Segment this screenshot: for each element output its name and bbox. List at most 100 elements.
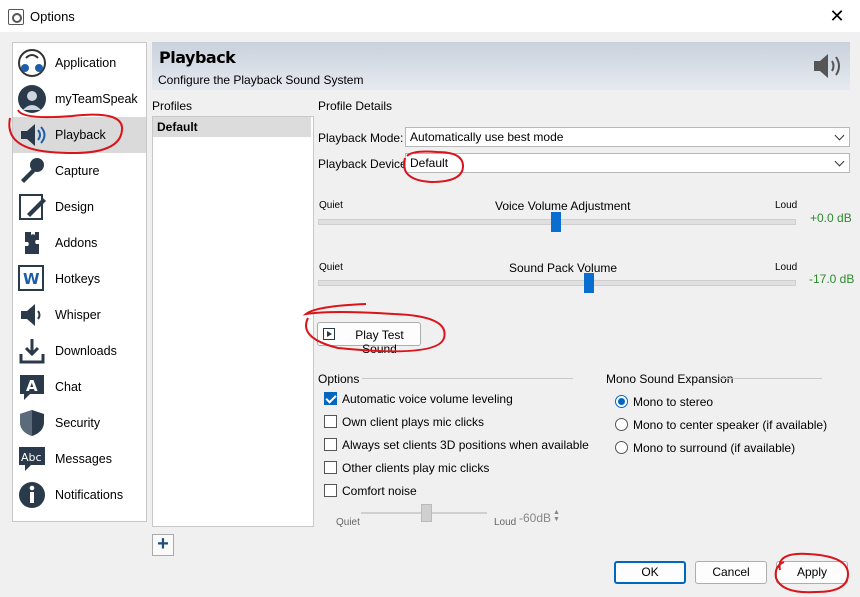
sidebar-item-capture[interactable]: Capture: [13, 153, 146, 189]
other-mic-clicks-checkbox[interactable]: [324, 461, 337, 474]
play-test-sound-button[interactable]: Play Test Sound: [317, 322, 421, 356]
sidebar-item-label: Capture: [55, 164, 100, 178]
comfort-noise-slider-thumb[interactable]: [421, 504, 432, 522]
profiles-label: Profiles: [152, 99, 193, 113]
3d-positions-label: Always set clients 3D positions when ava…: [342, 438, 589, 452]
sidebar-item-label: Hotkeys: [55, 272, 101, 286]
sidebar-item-whisper[interactable]: Whisper: [13, 297, 146, 333]
soundpack-loud-label: Loud: [775, 262, 798, 273]
comfort-noise-spinner[interactable]: ▲ ▼: [553, 509, 562, 523]
ok-button[interactable]: OK: [614, 561, 686, 584]
speaker-icon: [814, 54, 840, 78]
profile-details-label: Profile Details: [318, 99, 393, 113]
mono-to-stereo-radio[interactable]: [615, 395, 628, 408]
options-section-title: Options: [318, 372, 360, 386]
mono-to-center-radio[interactable]: [615, 418, 628, 431]
sidebar-item-playback[interactable]: Playback: [13, 117, 146, 153]
sidebar-item-label: Security: [55, 416, 101, 430]
playback-mode-label: Playback Mode:: [318, 131, 404, 145]
chevron-down-icon: [834, 156, 845, 167]
cancel-button[interactable]: Cancel: [695, 561, 767, 584]
application-icon: [18, 49, 46, 77]
own-mic-clicks-checkbox[interactable]: [324, 415, 337, 428]
play-icon: [323, 328, 335, 340]
playback-mode-select[interactable]: Automatically use best mode: [405, 127, 850, 147]
mono-to-surround-label: Mono to surround (if available): [633, 441, 796, 455]
soundpack-slider-track[interactable]: [318, 280, 796, 286]
title-bar: Options ✕: [0, 0, 860, 32]
sidebar-item-downloads[interactable]: Downloads: [13, 333, 146, 369]
voice-volume-quiet-label: Quiet: [319, 200, 343, 211]
sidebar-item-security[interactable]: Security: [13, 405, 146, 441]
sidebar-item-hotkeys[interactable]: W Hotkeys: [13, 261, 146, 297]
whisper-icon: [21, 304, 41, 326]
sidebar-item-addons[interactable]: Addons: [13, 225, 146, 261]
svg-text:Abc: Abc: [21, 451, 42, 464]
profiles-list[interactable]: Default: [152, 116, 314, 527]
other-mic-clicks-label: Other clients play mic clicks: [342, 461, 490, 475]
svg-text:W: W: [23, 270, 40, 288]
auto-volume-leveling-checkbox[interactable]: [324, 392, 337, 405]
sidebar-item-label: myTeamSpeak: [55, 92, 138, 106]
sidebar: Application myTeamSpeak Playback Capture…: [12, 42, 147, 522]
comfort-noise-checkbox[interactable]: [324, 484, 337, 497]
options-divider: [362, 378, 573, 379]
mono-to-surround-radio[interactable]: [615, 441, 628, 454]
speaker-icon: [21, 124, 46, 146]
profile-item-default[interactable]: Default: [153, 117, 311, 137]
sidebar-item-label: Notifications: [55, 488, 124, 502]
voice-volume-title: Voice Volume Adjustment: [495, 199, 631, 213]
voice-volume-loud-label: Loud: [775, 200, 798, 211]
page-header: Playback Configure the Playback Sound Sy…: [152, 42, 850, 90]
soundpack-volume-value: -17.0 dB: [809, 272, 855, 286]
sidebar-item-messages[interactable]: Abc Messages: [13, 441, 146, 477]
page-subtitle: Configure the Playback Sound System: [158, 73, 364, 87]
comfort-quiet-label: Quiet: [336, 517, 360, 528]
apply-button[interactable]: Apply: [776, 561, 848, 584]
options-gear-icon: [8, 9, 24, 25]
sidebar-item-label: Downloads: [55, 344, 117, 358]
playback-device-select[interactable]: Default: [405, 153, 850, 173]
shield-icon: [20, 410, 44, 436]
messages-icon: Abc: [19, 447, 45, 471]
mono-to-stereo-label: Mono to stereo: [633, 395, 714, 409]
sidebar-item-design[interactable]: Design: [13, 189, 146, 225]
puzzle-icon: [25, 232, 39, 254]
comfort-noise-value: -60dB: [519, 511, 552, 525]
comfort-loud-label: Loud: [494, 517, 517, 528]
download-icon: [19, 339, 45, 364]
add-profile-button[interactable]: +: [152, 534, 174, 556]
microphone-icon: [21, 158, 44, 183]
sidebar-item-label: Application: [55, 56, 117, 70]
myteamspeak-icon: [18, 85, 46, 113]
playback-mode-value: Automatically use best mode: [410, 130, 564, 144]
page-title: Playback: [159, 48, 236, 67]
sidebar-item-label: Playback: [55, 128, 106, 142]
sidebar-item-chat[interactable]: A Chat: [13, 369, 146, 405]
playback-device-value: Default: [410, 156, 449, 170]
play-test-sound-label: Play Test Sound: [355, 328, 404, 356]
mono-section-title: Mono Sound Expansion: [606, 372, 734, 386]
3d-positions-checkbox[interactable]: [324, 438, 337, 451]
hotkeys-icon: W: [18, 265, 44, 291]
sidebar-item-label: Chat: [55, 380, 82, 394]
sidebar-item-application[interactable]: Application: [13, 45, 146, 81]
sidebar-item-label: Messages: [55, 452, 112, 466]
mono-to-center-label: Mono to center speaker (if available): [633, 418, 828, 432]
sidebar-item-label: Addons: [55, 236, 98, 250]
voice-volume-slider-thumb[interactable]: [551, 212, 561, 232]
soundpack-slider-thumb[interactable]: [584, 273, 595, 293]
window-title: Options: [30, 9, 75, 24]
chat-icon: A: [20, 375, 44, 400]
info-icon: [19, 482, 45, 508]
comfort-noise-label: Comfort noise: [342, 484, 417, 498]
close-icon[interactable]: ✕: [814, 0, 860, 32]
sidebar-item-notifications[interactable]: Notifications: [13, 477, 146, 513]
auto-volume-leveling-label: Automatic voice volume leveling: [342, 392, 513, 406]
own-mic-clicks-label: Own client plays mic clicks: [342, 415, 485, 429]
mono-divider: [720, 378, 822, 379]
sidebar-item-myteamspeak[interactable]: myTeamSpeak: [13, 81, 146, 117]
design-icon: [19, 194, 46, 220]
playback-device-label: Playback Device:: [318, 157, 411, 171]
voice-volume-value: +0.0 dB: [810, 211, 852, 225]
